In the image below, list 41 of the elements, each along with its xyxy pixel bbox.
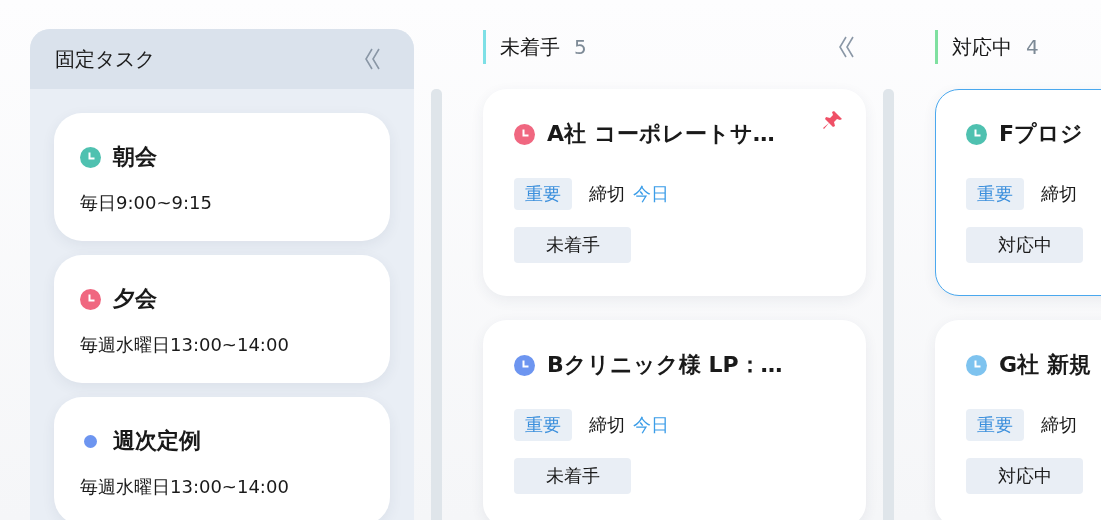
- column-title: 対応中: [952, 33, 1012, 61]
- priority-tag: 重要: [966, 409, 1024, 441]
- schedule-text: 毎週水曜日13:00~14:00: [80, 333, 290, 357]
- pin-icon[interactable]: [823, 110, 843, 130]
- due-date: 今日: [633, 413, 669, 437]
- deadline-label: 締切: [1041, 413, 1077, 437]
- schedule-text: 毎週水曜日13:00~14:00: [80, 475, 290, 499]
- status-tag: 対応中: [966, 458, 1083, 494]
- status-tag: 未着手: [514, 458, 631, 494]
- task-card[interactable]: Bクリニック様 LP：… 重要 締切 今日 未着手: [483, 320, 866, 520]
- panel-title: 固定タスク: [55, 45, 155, 73]
- due-date: 今日: [633, 182, 669, 206]
- task-title: 夕会: [113, 285, 157, 313]
- task-title: 朝会: [113, 143, 157, 171]
- task-count: 4: [1026, 35, 1039, 59]
- scrollbar[interactable]: [431, 89, 442, 520]
- task-title: A社 コーポレートサ…: [547, 120, 775, 148]
- deadline-label: 締切: [589, 413, 625, 437]
- scrollbar[interactable]: [883, 89, 894, 520]
- status-tag: 未着手: [514, 227, 631, 263]
- task-count: 5: [574, 35, 587, 59]
- task-title: Bクリニック様 LP：…: [547, 351, 783, 379]
- priority-tag: 重要: [514, 178, 572, 210]
- task-card[interactable]: 夕会 毎週水曜日13:00~14:00: [54, 255, 390, 383]
- deadline-label: 締切: [1041, 182, 1077, 206]
- task-card[interactable]: G社 新規 重要 締切 対応中: [935, 320, 1101, 520]
- task-title: G社 新規: [999, 351, 1091, 379]
- collapse-icon[interactable]: [364, 48, 382, 70]
- priority-tag: 重要: [514, 409, 572, 441]
- task-card[interactable]: Fプロジ 重要 締切 対応中: [935, 89, 1101, 296]
- task-title: 週次定例: [113, 427, 201, 455]
- schedule-text: 毎日9:00~9:15: [80, 191, 213, 215]
- status-tag: 対応中: [966, 227, 1083, 263]
- task-card[interactable]: A社 コーポレートサ… 重要 締切 今日 未着手: [483, 89, 866, 296]
- column-title: 未着手: [500, 33, 560, 61]
- task-card[interactable]: 朝会 毎日9:00~9:15: [54, 113, 390, 241]
- deadline-label: 締切: [589, 182, 625, 206]
- priority-tag: 重要: [966, 178, 1024, 210]
- collapse-icon[interactable]: [838, 36, 856, 58]
- task-card[interactable]: 週次定例 毎週水曜日13:00~14:00: [54, 397, 390, 520]
- task-title: Fプロジ: [999, 120, 1084, 148]
